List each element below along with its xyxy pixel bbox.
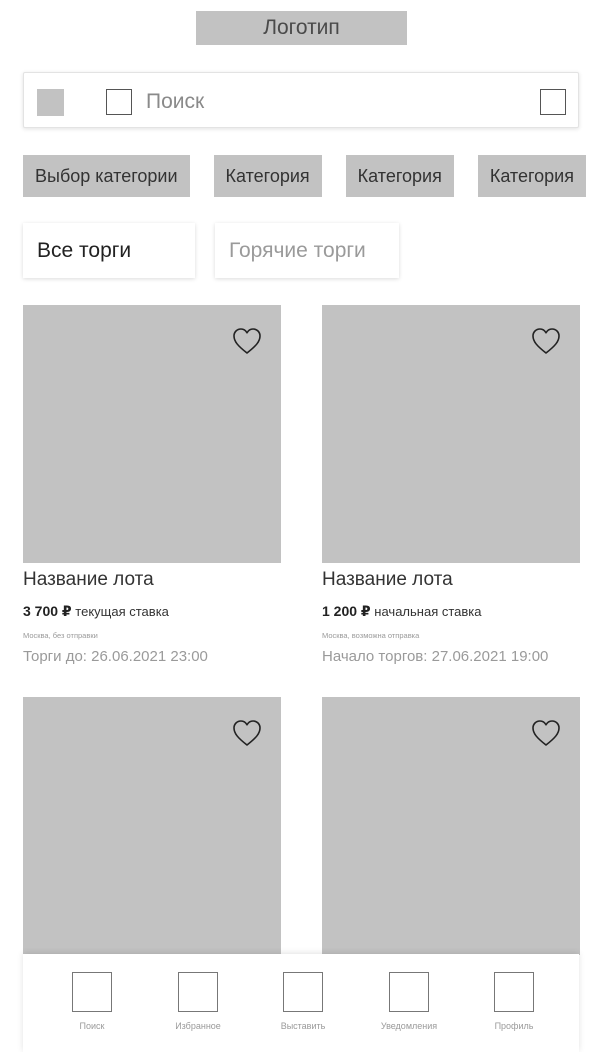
lot-price-type: начальная ставка: [374, 604, 482, 619]
lot-image[interactable]: [322, 697, 580, 955]
lot-card[interactable]: [23, 697, 281, 955]
nav-label: Выставить: [280, 1021, 326, 1031]
lot-price-line: 3 700 ₽ текущая ставка: [23, 603, 169, 620]
lot-title[interactable]: Название лота: [322, 569, 453, 591]
lot-price-type: текущая ставка: [75, 604, 169, 619]
category-select-chip[interactable]: Выбор категории: [23, 155, 190, 197]
lot-price-line: 1 200 ₽ начальная ставка: [322, 603, 482, 620]
lot-card[interactable]: Название лота 1 200 ₽ начальная ставка М…: [322, 305, 580, 665]
category-chip[interactable]: Категория: [213, 155, 322, 197]
nav-item-favorites[interactable]: Избранное: [148, 954, 248, 1052]
lot-image[interactable]: [322, 305, 580, 563]
lot-card[interactable]: [322, 697, 580, 955]
favorites-icon[interactable]: [178, 972, 218, 1012]
search-input[interactable]: [146, 86, 506, 118]
search-icon[interactable]: [72, 972, 112, 1012]
search-icon: [106, 89, 132, 115]
notifications-icon[interactable]: [389, 972, 429, 1012]
tab-all-auctions[interactable]: Все торги: [23, 223, 195, 278]
lot-date: Начало торгов: 27.06.2021 19:00: [322, 648, 549, 665]
lot-image[interactable]: [23, 697, 281, 955]
logo[interactable]: Логотип: [196, 11, 407, 45]
lot-title[interactable]: Название лота: [23, 569, 154, 591]
menu-icon[interactable]: [37, 89, 64, 116]
heart-icon[interactable]: [232, 719, 262, 747]
search-bar[interactable]: [23, 72, 579, 128]
profile-icon[interactable]: [494, 972, 534, 1012]
category-chip[interactable]: Категория: [345, 155, 454, 197]
app-screen: Логотип Выбор категории Категория Категори…: [0, 0, 609, 1052]
tab-hot-auctions[interactable]: Горячие торги: [215, 223, 399, 278]
add-lot-icon[interactable]: [283, 972, 323, 1012]
nav-item-add-lot[interactable]: Выставить: [253, 954, 353, 1052]
filter-icon[interactable]: [540, 89, 566, 115]
lot-price: 3 700 ₽: [23, 603, 72, 619]
lot-image[interactable]: [23, 305, 281, 563]
heart-icon[interactable]: [531, 327, 561, 355]
heart-icon[interactable]: [531, 719, 561, 747]
lot-date: Торги до: 26.06.2021 23:00: [23, 648, 208, 665]
heart-icon[interactable]: [232, 327, 262, 355]
bottom-nav: Поиск Избранное Выставить Уведомления Пр…: [23, 954, 579, 1052]
nav-label: Поиск: [79, 1021, 105, 1031]
nav-item-profile[interactable]: Профиль: [464, 954, 564, 1052]
nav-label: Профиль: [494, 1021, 534, 1031]
lot-location: Москва, возможна отправка: [322, 631, 420, 640]
lot-location: Москва, без отправки: [23, 631, 98, 640]
nav-item-notifications[interactable]: Уведомления: [359, 954, 459, 1052]
lot-price: 1 200 ₽: [322, 603, 371, 619]
nav-label: Избранное: [175, 1021, 221, 1031]
lot-card[interactable]: Название лота 3 700 ₽ текущая ставка Мос…: [23, 305, 281, 665]
category-chip[interactable]: Категория: [477, 155, 586, 197]
nav-label: Уведомления: [380, 1021, 438, 1031]
nav-item-search[interactable]: Поиск: [42, 954, 142, 1052]
category-list: Выбор категории Категория Категория Категор…: [23, 155, 609, 197]
